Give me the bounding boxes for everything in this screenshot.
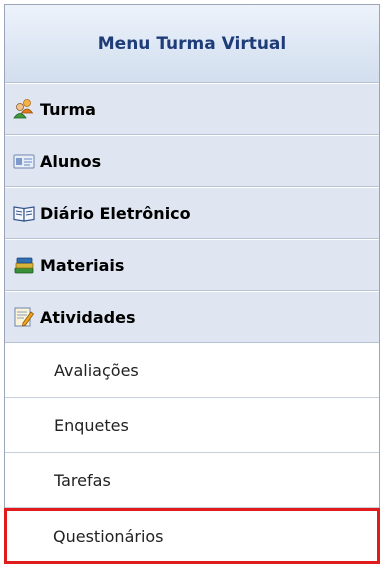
edit-document-icon <box>13 306 35 328</box>
menu-item-materiais[interactable]: Materiais <box>5 239 379 291</box>
books-stack-icon <box>13 254 35 276</box>
menu-item-label: Alunos <box>40 151 102 171</box>
menu-turma-virtual-panel: Menu Turma Virtual Turma Alunos Diário E… <box>4 4 380 564</box>
menu-item-label: Turma <box>40 99 96 119</box>
submenu-item-enquetes[interactable]: Enquetes <box>5 398 379 453</box>
submenu-item-tarefas[interactable]: Tarefas <box>5 453 379 508</box>
submenu-item-avaliacoes[interactable]: Avaliações <box>5 343 379 398</box>
menu-item-label: Materiais <box>40 255 125 275</box>
menu-item-turma[interactable]: Turma <box>5 83 379 135</box>
menu-item-label: Atividades <box>40 307 136 327</box>
menu-item-alunos[interactable]: Alunos <box>5 135 379 187</box>
menu-item-atividades[interactable]: Atividades <box>5 291 379 343</box>
menu-item-diario-eletronico[interactable]: Diário Eletrônico <box>5 187 379 239</box>
submenu-item-questionarios[interactable]: Questionários <box>4 508 380 564</box>
id-card-icon <box>13 150 35 172</box>
people-icon <box>13 98 35 120</box>
menu-item-label: Diário Eletrônico <box>40 203 191 223</box>
open-book-icon <box>13 202 35 224</box>
menu-title: Menu Turma Virtual <box>5 5 379 83</box>
